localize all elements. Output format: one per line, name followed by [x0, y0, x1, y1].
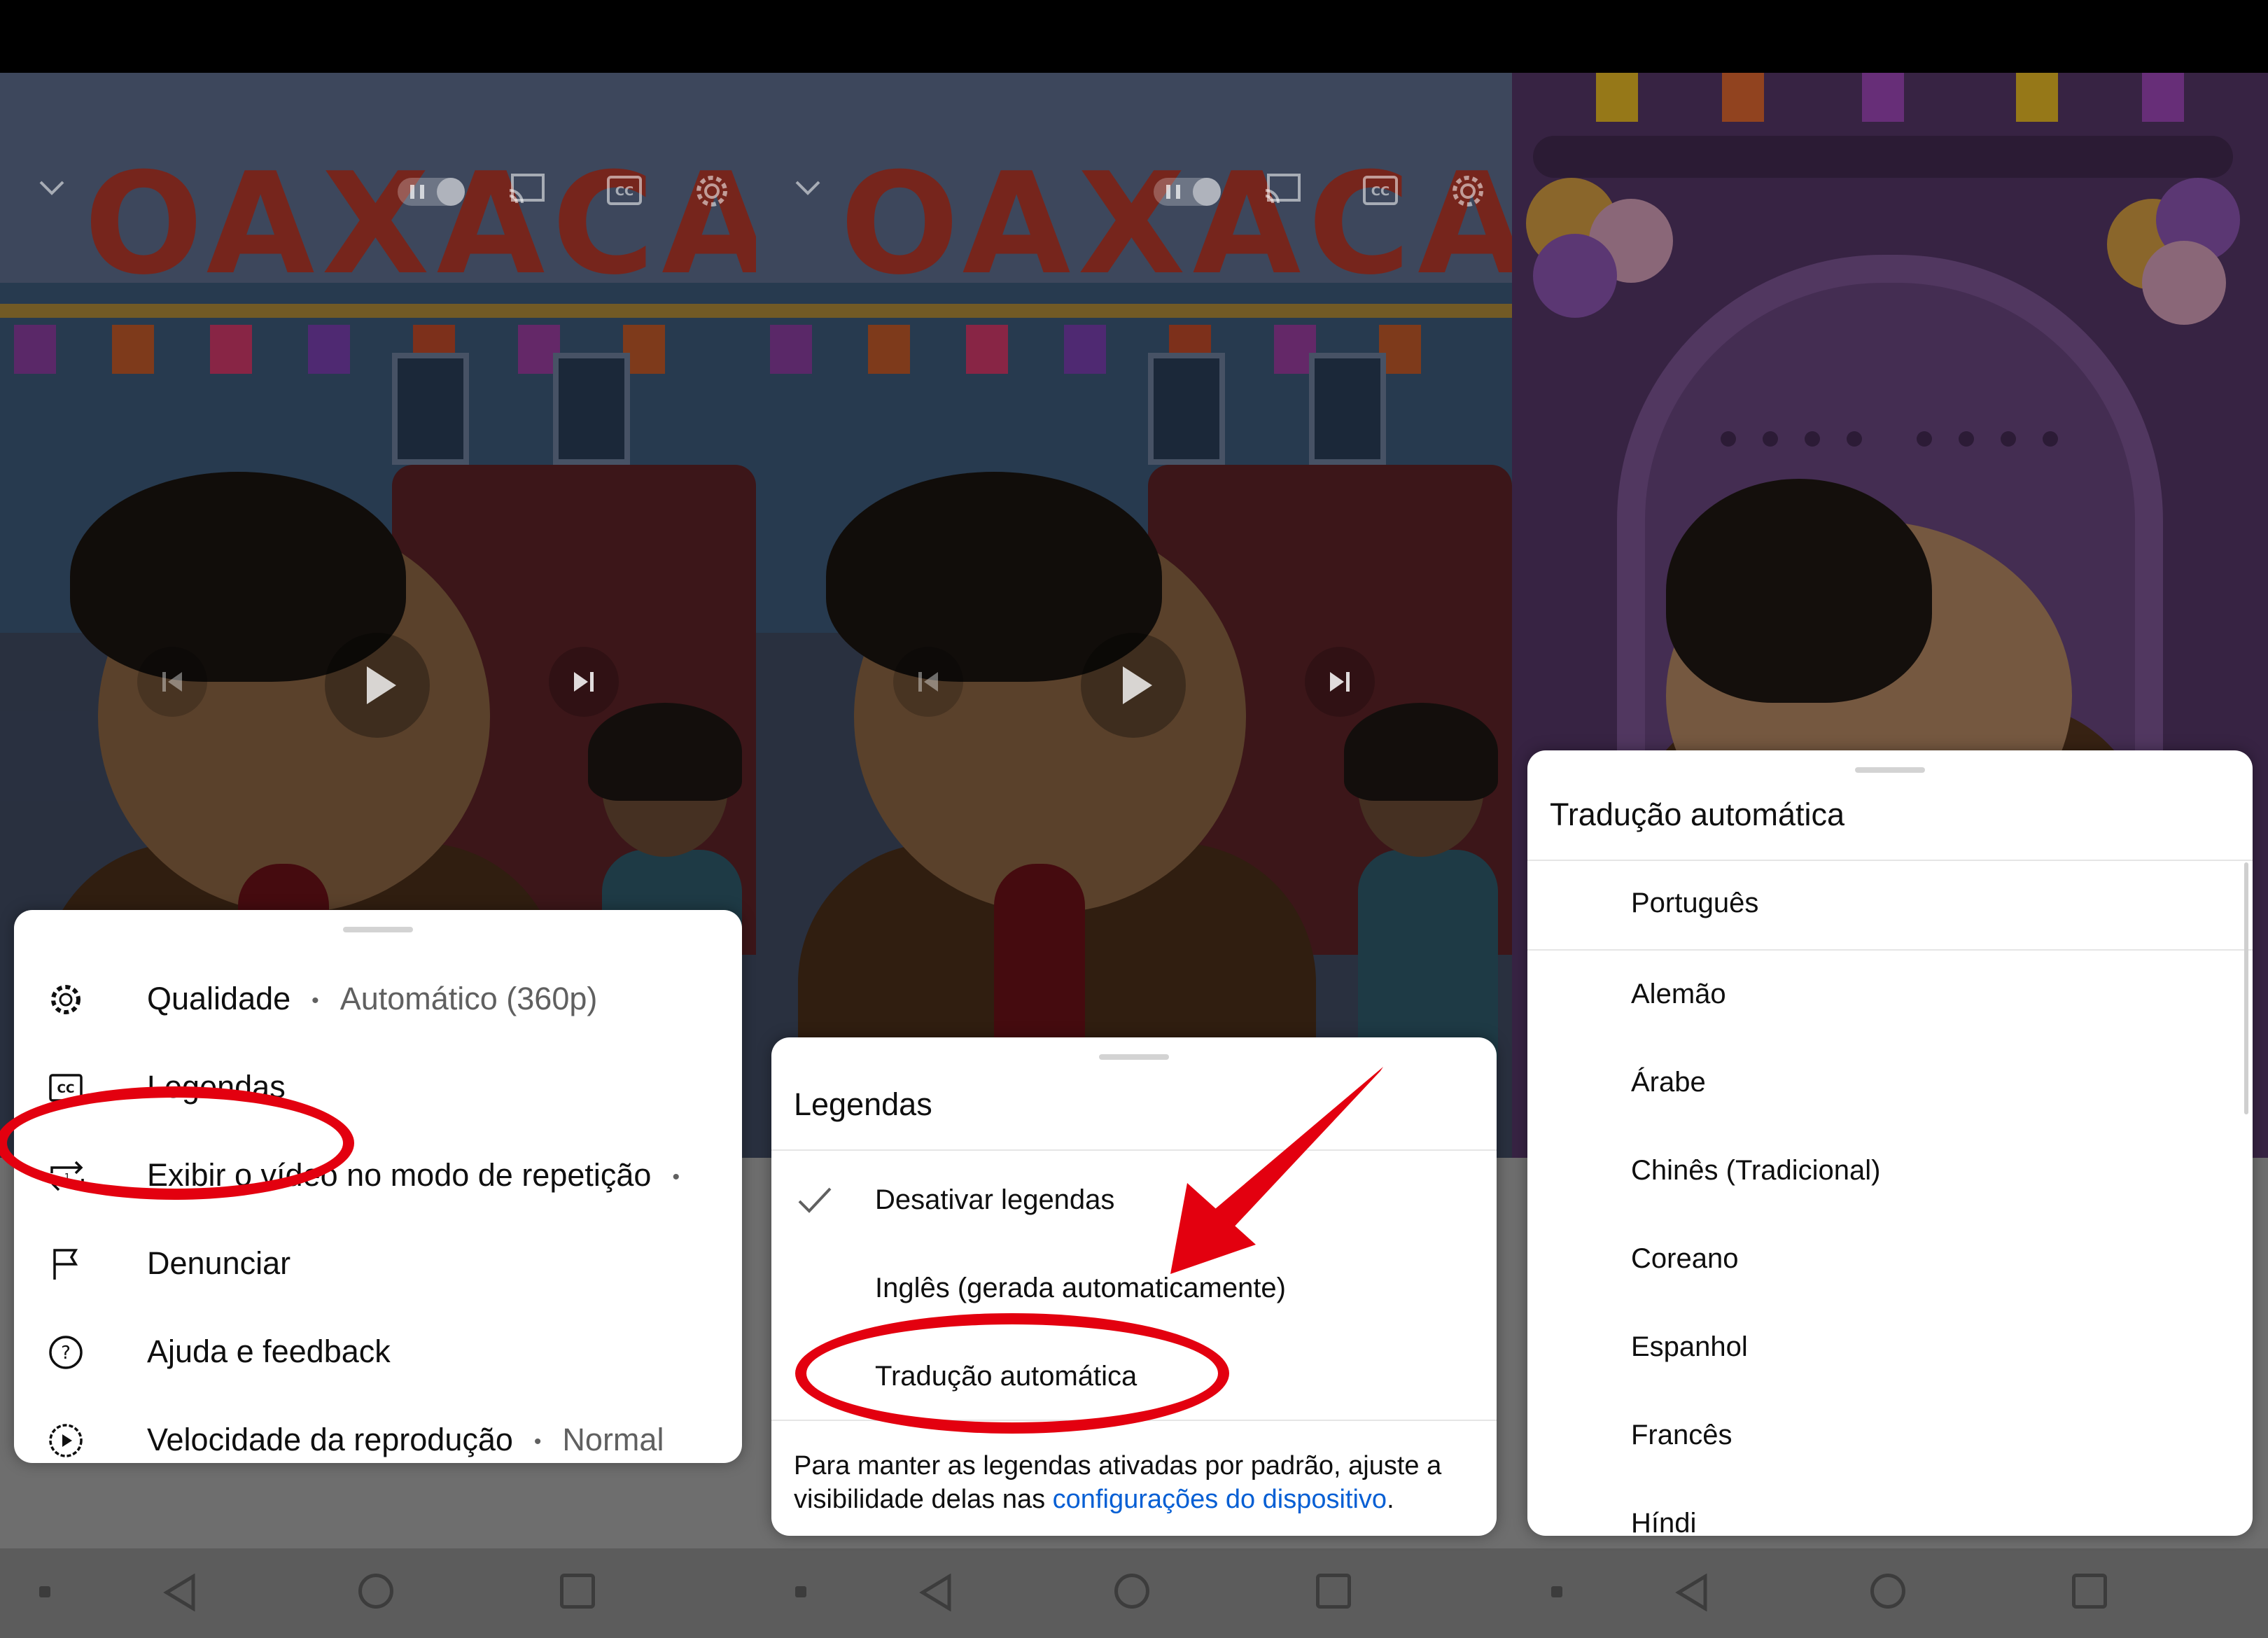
next-icon[interactable] [549, 647, 619, 717]
captions-icon[interactable]: CC [1362, 175, 1399, 206]
language-label: Híndi [1631, 1508, 1697, 1536]
quality-value: Automático (360p) [340, 981, 598, 1016]
next-icon[interactable] [1305, 647, 1375, 717]
quality-label: Qualidade [147, 981, 291, 1016]
chevron-down-icon[interactable] [38, 178, 66, 199]
language-item[interactable]: Espanhol [1527, 1303, 2253, 1392]
annotation-arrow-icon [1106, 1064, 1386, 1292]
sheet-handle[interactable] [1855, 767, 1925, 773]
previous-icon[interactable] [137, 647, 207, 717]
nav-dot-icon [795, 1586, 806, 1597]
menu-item-help[interactable]: ? Ajuda e feedback [14, 1308, 742, 1396]
home-icon[interactable] [1114, 1574, 1149, 1609]
sheet-handle[interactable] [1099, 1054, 1169, 1060]
nav-dot-icon [1551, 1586, 1562, 1597]
recents-icon[interactable] [560, 1574, 595, 1609]
scrollbar[interactable] [2244, 862, 2248, 1114]
nav-dot-icon [39, 1586, 50, 1597]
separator-dot: • [533, 1430, 542, 1454]
sheet-handle[interactable] [343, 927, 413, 932]
language-label: Francês [1631, 1420, 1732, 1450]
help-icon: ? [48, 1334, 84, 1371]
status-bar [0, 0, 2268, 73]
captions-footnote: Para manter as legendas ativadas por pad… [794, 1451, 1442, 1514]
auto-translate-bottom-sheet: Tradução automática Português Alemão Ára… [1527, 750, 2253, 1536]
previous-icon[interactable] [893, 647, 963, 717]
language-item[interactable]: Francês [1527, 1392, 2253, 1480]
language-label: Árabe [1631, 1067, 1706, 1098]
recents-icon[interactable] [2072, 1574, 2107, 1609]
gear-icon[interactable] [693, 172, 731, 210]
flag-icon [48, 1246, 84, 1282]
home-icon[interactable] [1870, 1574, 1905, 1609]
chevron-down-icon[interactable] [794, 178, 822, 199]
language-label: Chinês (Tradicional) [1631, 1155, 1881, 1186]
captions-icon[interactable]: CC [606, 175, 643, 206]
sheet-title: Tradução automática [1550, 797, 1845, 832]
android-nav-bar [756, 1548, 1512, 1638]
back-icon[interactable] [162, 1573, 197, 1615]
help-label: Ajuda e feedback [147, 1334, 391, 1369]
cast-icon[interactable] [507, 172, 546, 206]
speed-icon [48, 1422, 84, 1459]
report-label: Denunciar [147, 1245, 291, 1281]
highlight-oval-auto-translate [795, 1313, 1229, 1434]
screen-auto-translate-menu: Tradução automática Português Alemão Ára… [1512, 73, 2268, 1638]
menu-item-speed[interactable]: Velocidade da reprodução • Normal [14, 1396, 742, 1463]
language-item[interactable]: Alemão [1527, 951, 2253, 1039]
pause-toggle-icon[interactable] [398, 178, 465, 206]
video-player[interactable]: OAXACA CC [756, 73, 1512, 1158]
language-item[interactable]: Chinês (Tradicional) [1527, 1127, 2253, 1215]
svg-text:CC: CC [1371, 184, 1390, 199]
language-item[interactable]: Português [1527, 860, 2253, 948]
play-icon[interactable] [325, 633, 430, 738]
language-label: Português [1631, 888, 1759, 918]
recents-icon[interactable] [1316, 1574, 1351, 1609]
speed-label: Velocidade da reprodução [147, 1422, 513, 1457]
back-icon[interactable] [918, 1573, 953, 1615]
language-label: Coreano [1631, 1243, 1739, 1274]
highlight-oval-captions [0, 1086, 354, 1200]
sheet-title: Legendas [794, 1086, 932, 1122]
caption-option-label: Desativar legendas [875, 1184, 1115, 1215]
speed-value: Normal [562, 1422, 664, 1457]
language-item[interactable]: Híndi [1527, 1480, 2253, 1536]
back-icon[interactable] [1674, 1573, 1709, 1615]
gear-icon[interactable] [1449, 172, 1487, 210]
svg-text:CC: CC [615, 184, 634, 199]
language-label: Espanhol [1631, 1331, 1748, 1362]
cast-icon[interactable] [1263, 172, 1302, 206]
menu-item-quality[interactable]: Qualidade • Automático (360p) [14, 955, 742, 1043]
device-settings-link[interactable]: configurações do dispositivo [1053, 1485, 1387, 1514]
language-label: Alemão [1631, 979, 1726, 1009]
android-nav-bar [0, 1548, 756, 1638]
svg-text:CC: CC [57, 1082, 75, 1096]
separator-dot: • [672, 1166, 680, 1189]
home-icon[interactable] [358, 1574, 393, 1609]
menu-item-report[interactable]: Denunciar [14, 1219, 742, 1308]
android-nav-bar [1512, 1548, 2268, 1638]
check-icon [795, 1183, 834, 1222]
language-item[interactable]: Árabe [1527, 1039, 2253, 1127]
separator-dot: • [312, 989, 319, 1013]
pause-toggle-icon[interactable] [1154, 178, 1221, 206]
language-item[interactable]: Coreano [1527, 1215, 2253, 1303]
play-icon[interactable] [1081, 633, 1186, 738]
gear-icon [48, 981, 84, 1018]
svg-text:?: ? [61, 1343, 71, 1364]
